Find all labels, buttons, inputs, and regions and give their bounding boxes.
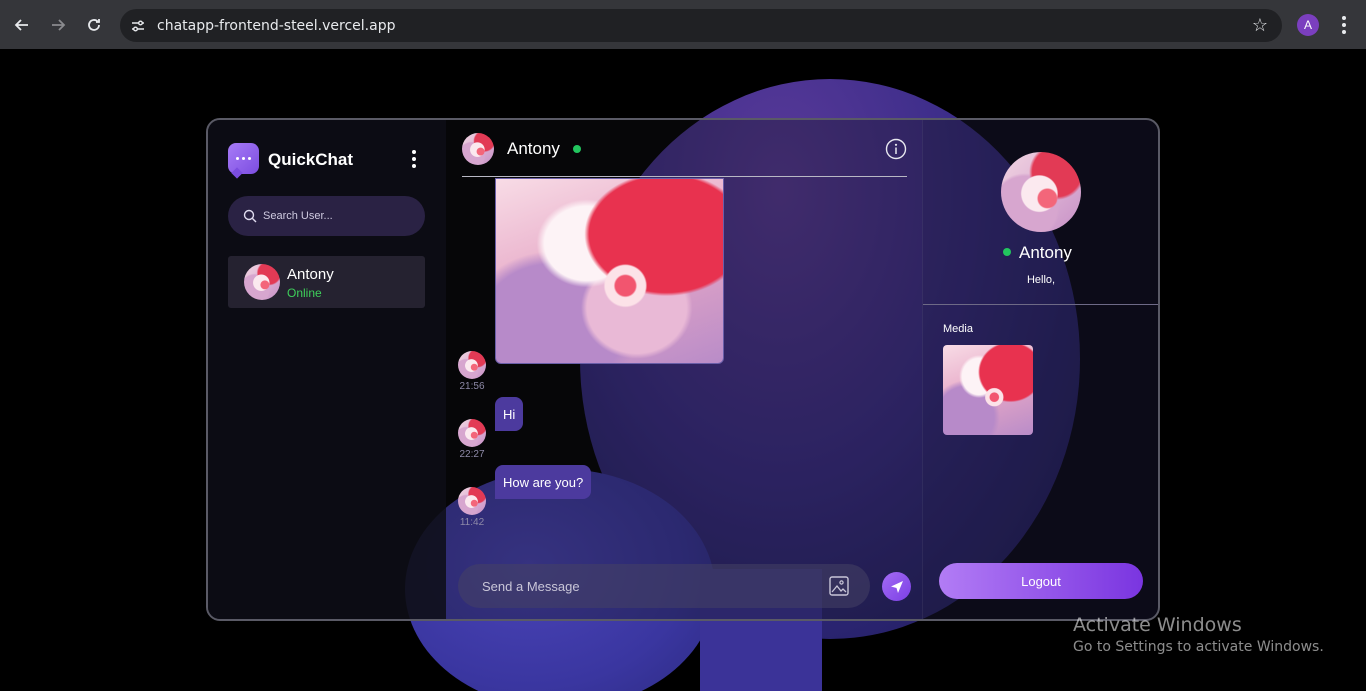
message-composer (458, 564, 870, 608)
online-indicator (573, 145, 581, 153)
chat-app-window: QuickChat Antony Online Antony 21:56 Hi … (206, 118, 1160, 621)
divider (923, 304, 1158, 305)
image-upload-icon[interactable] (828, 575, 850, 597)
app-title: QuickChat (268, 150, 354, 169)
contact-list-item[interactable]: Antony Online (228, 256, 425, 308)
message-bubble: Hi (495, 397, 524, 431)
search-input[interactable] (263, 210, 413, 222)
search-box[interactable] (228, 196, 425, 236)
message-time: 11:42 (459, 517, 485, 528)
message-time: 21:56 (459, 381, 485, 392)
media-label: Media (943, 323, 973, 335)
back-button[interactable] (4, 7, 40, 43)
site-info-icon[interactable] (128, 16, 148, 36)
dot-icon (412, 164, 416, 168)
chat-logo-icon (228, 143, 259, 174)
sidebar-menu-button[interactable] (412, 150, 416, 168)
send-button[interactable] (882, 572, 911, 601)
forward-button[interactable] (40, 7, 76, 43)
profile-avatar (1001, 152, 1081, 232)
profile-panel: Antony Hello, Media Logout (922, 120, 1158, 619)
sidebar: QuickChat Antony Online (208, 120, 446, 619)
profile-bio: Hello, (1026, 274, 1056, 286)
chat-contact-name: Antony (507, 139, 560, 158)
message-image[interactable] (495, 178, 724, 364)
avatar (244, 264, 280, 300)
avatar (458, 487, 486, 515)
info-icon[interactable] (885, 138, 907, 160)
dot-icon (1342, 23, 1346, 27)
dot-icon (412, 150, 416, 154)
message-input[interactable] (482, 578, 812, 594)
reload-button[interactable] (76, 7, 112, 43)
avatar[interactable] (462, 133, 494, 165)
browser-menu-button[interactable] (1334, 12, 1354, 38)
url-text[interactable]: chatapp-frontend-steel.vercel.app (157, 18, 395, 34)
contact-name: Antony (287, 266, 334, 283)
send-icon (890, 580, 903, 593)
activate-windows-subtitle: Go to Settings to activate Windows. (1073, 639, 1324, 655)
search-icon (243, 209, 257, 223)
profile-name: Antony (1019, 243, 1072, 262)
arrow-left-icon (14, 18, 28, 31)
browser-toolbar: chatapp-frontend-steel.vercel.app ☆ A (0, 0, 1366, 49)
dot-icon (412, 157, 416, 161)
bookmark-star-icon[interactable]: ☆ (1252, 15, 1268, 36)
avatar (458, 351, 486, 379)
message-time: 22:27 (459, 449, 485, 460)
profile-avatar-button[interactable]: A (1297, 14, 1319, 36)
chat-header: Antony (462, 120, 907, 177)
online-indicator (1003, 248, 1011, 256)
dot-icon (1342, 16, 1346, 20)
message-bubble: How are you? (495, 465, 592, 499)
dot-icon (1342, 30, 1346, 34)
address-bar[interactable]: chatapp-frontend-steel.vercel.app ☆ (120, 9, 1282, 42)
avatar (458, 419, 486, 447)
arrow-right-icon (52, 18, 66, 31)
activate-windows-title: Activate Windows (1073, 614, 1242, 636)
logout-button[interactable]: Logout (939, 563, 1143, 599)
contact-status: Online (287, 286, 322, 300)
media-thumbnail[interactable] (943, 345, 1033, 435)
reload-icon (88, 18, 100, 31)
